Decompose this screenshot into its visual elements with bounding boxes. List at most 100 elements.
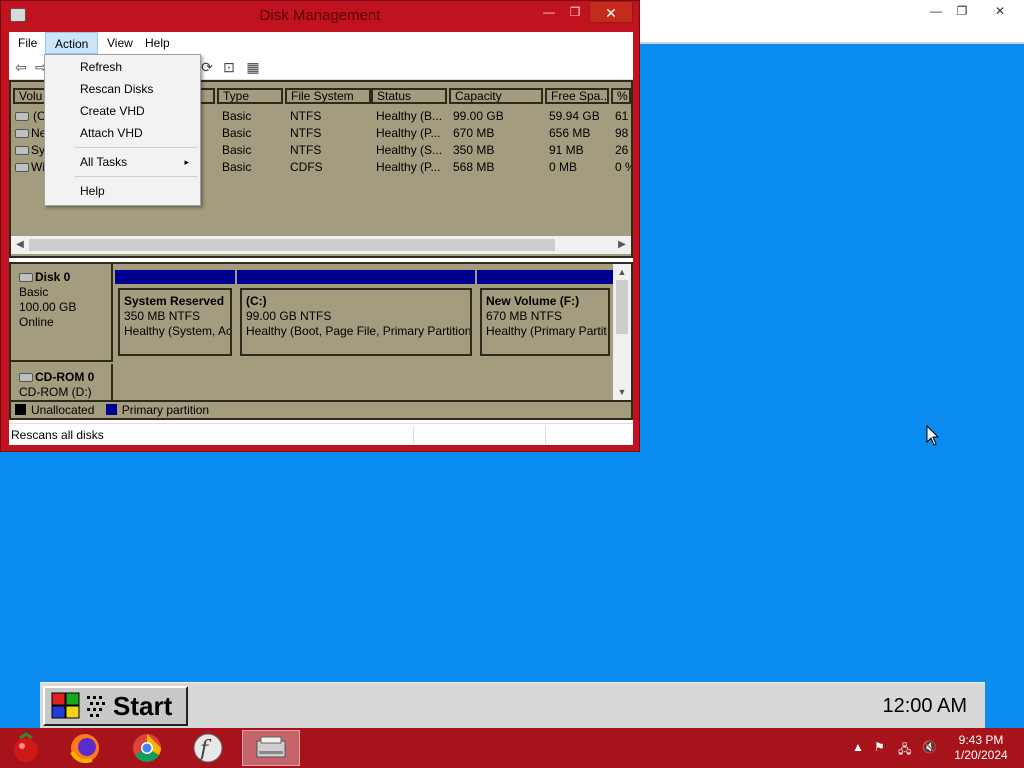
partition-detail: 350 MB NTFS bbox=[124, 309, 201, 323]
tomato-app-icon[interactable] bbox=[0, 730, 58, 766]
minimize-button[interactable]: — bbox=[535, 1, 563, 23]
menu-item-all-tasks[interactable]: All Tasks ▸ bbox=[46, 151, 199, 173]
menu-bar: File Action View Help bbox=[9, 32, 633, 54]
zoom-icon[interactable]: ⊡ bbox=[221, 59, 237, 75]
start-button[interactable]: Start bbox=[43, 686, 188, 726]
flash-icon[interactable]: f bbox=[180, 730, 238, 766]
mouse-cursor-icon bbox=[926, 425, 940, 446]
menu-item-rescan-disks[interactable]: Rescan Disks bbox=[46, 78, 199, 100]
column-header-percent-free[interactable]: % F bbox=[611, 88, 631, 104]
menu-file[interactable]: File bbox=[9, 32, 46, 54]
close-button[interactable]: ✕ bbox=[589, 1, 633, 23]
disk-map: Disk 0 Basic 100.00 GB Online System Res… bbox=[9, 262, 633, 420]
volume-type: Basic bbox=[222, 109, 252, 123]
unallocated-swatch bbox=[15, 404, 26, 415]
column-header-free-space[interactable]: Free Spa... bbox=[545, 88, 609, 104]
bg-restore-button[interactable]: ❐ bbox=[948, 2, 976, 20]
scroll-thumb[interactable] bbox=[616, 280, 628, 334]
firefox-icon[interactable] bbox=[56, 730, 114, 766]
disk-management-icon[interactable] bbox=[242, 730, 300, 766]
horizontal-scrollbar[interactable]: ◀ ▶ bbox=[11, 236, 631, 254]
system-clock[interactable]: 9:43 PM 1/20/2024 bbox=[948, 733, 1014, 763]
volume-fs: CDFS bbox=[290, 160, 323, 174]
start-label: Start bbox=[113, 691, 173, 721]
primary-partition-bar bbox=[115, 270, 235, 284]
volume-pct: 61 bbox=[615, 109, 629, 123]
scroll-down-icon[interactable]: ▼ bbox=[613, 384, 631, 400]
menu-item-label: All Tasks bbox=[80, 155, 128, 169]
volume-free: 91 MB bbox=[549, 143, 584, 157]
partition-new-volume-f[interactable]: New Volume (F:) 670 MB NTFS Healthy (Pri… bbox=[477, 270, 613, 360]
menu-separator bbox=[75, 176, 197, 177]
partition-status: Healthy (Boot, Page File, Primary Partit… bbox=[246, 324, 472, 338]
network-icon[interactable]: 🖧 bbox=[898, 740, 911, 761]
menu-action[interactable]: Action bbox=[45, 32, 99, 54]
volume-type: Basic bbox=[222, 143, 252, 157]
volume-pct: 98 bbox=[615, 126, 629, 140]
bg-minimize-button[interactable]: — bbox=[922, 2, 950, 20]
properties-icon[interactable]: ▦ bbox=[245, 59, 261, 75]
column-header-type[interactable]: Type bbox=[217, 88, 283, 104]
disk-0-label[interactable]: Disk 0 Basic 100.00 GB Online bbox=[11, 264, 113, 362]
volume-free: 656 MB bbox=[549, 126, 591, 140]
vertical-scrollbar[interactable]: ▲ ▼ bbox=[613, 264, 631, 400]
disk-kind: Basic bbox=[19, 285, 49, 299]
background-window-titlebar: — ❐ ✕ bbox=[638, 0, 1024, 44]
menu-item-create-vhd[interactable]: Create VHD bbox=[46, 100, 199, 122]
menu-item-refresh[interactable]: Refresh bbox=[46, 56, 199, 78]
column-header-file-system[interactable]: File System bbox=[285, 88, 371, 104]
refresh-icon[interactable]: ⟳ bbox=[199, 59, 215, 75]
cdrom-0-label[interactable]: CD-ROM 0 CD-ROM (D:) bbox=[11, 364, 113, 400]
partition-c[interactable]: (C:) 99.00 GB NTFS Healthy (Boot, Page F… bbox=[237, 270, 475, 360]
disk-state: Online bbox=[19, 315, 54, 329]
volume-pct: 0 % bbox=[615, 160, 631, 174]
column-header-status[interactable]: Status bbox=[371, 88, 447, 104]
scroll-left-icon[interactable]: ◀ bbox=[11, 236, 29, 254]
drive-icon bbox=[15, 146, 29, 155]
drive-icon bbox=[15, 112, 29, 121]
menu-help[interactable]: Help bbox=[136, 32, 179, 54]
menu-item-attach-vhd[interactable]: Attach VHD bbox=[46, 122, 199, 144]
clock-date: 1/20/2024 bbox=[954, 748, 1008, 762]
partition-name: (C:) bbox=[246, 294, 267, 308]
menu-item-help[interactable]: Help bbox=[46, 180, 199, 202]
show-hidden-icons-icon[interactable]: ▲ bbox=[852, 740, 864, 754]
chrome-icon[interactable] bbox=[118, 730, 176, 766]
start-bar-clock: 12:00 AM bbox=[882, 695, 967, 717]
legend-primary: Primary partition bbox=[121, 403, 210, 417]
status-separator bbox=[413, 426, 414, 444]
legend: Unallocated Primary partition bbox=[11, 400, 631, 418]
status-text: Rescans all disks bbox=[11, 428, 104, 442]
volume-capacity: 350 MB bbox=[453, 143, 495, 157]
scroll-up-icon[interactable]: ▲ bbox=[613, 264, 631, 280]
status-separator bbox=[545, 426, 546, 444]
primary-partition-bar bbox=[237, 270, 475, 284]
volume-status: Healthy (B... bbox=[376, 109, 443, 123]
partition-detail: 99.00 GB NTFS bbox=[246, 309, 332, 323]
volume-status: Healthy (P... bbox=[376, 126, 441, 140]
volume-fs: NTFS bbox=[290, 109, 322, 123]
volume-muted-icon[interactable]: 🔇 bbox=[922, 740, 937, 754]
scroll-thumb[interactable] bbox=[29, 239, 555, 251]
windows-flag-icon bbox=[51, 692, 80, 719]
primary-partition-bar bbox=[477, 270, 613, 284]
volume-free: 0 MB bbox=[549, 160, 578, 174]
menu-separator bbox=[75, 147, 197, 148]
scroll-right-icon[interactable]: ▶ bbox=[613, 236, 631, 254]
volume-fs: NTFS bbox=[290, 126, 322, 140]
volume-type: Basic bbox=[222, 126, 252, 140]
bg-close-button[interactable]: ✕ bbox=[986, 2, 1014, 20]
back-arrow-icon[interactable]: ⇦ bbox=[13, 59, 29, 75]
cd-drive-icon bbox=[19, 373, 33, 382]
column-header-capacity[interactable]: Capacity bbox=[449, 88, 543, 104]
volume-status: Healthy (P... bbox=[376, 160, 441, 174]
maximize-button[interactable]: ❐ bbox=[561, 1, 589, 23]
partition-system-reserved[interactable]: System Reserved 350 MB NTFS Healthy (Sys… bbox=[115, 270, 235, 360]
volume-pct: 26 bbox=[615, 143, 629, 157]
status-bar: Rescans all disks bbox=[9, 423, 633, 445]
action-center-flag-icon[interactable]: ⚑ bbox=[874, 740, 885, 754]
submenu-arrow-icon: ▸ bbox=[184, 157, 189, 167]
partition-status: Healthy (System, Ac bbox=[124, 324, 232, 338]
title-bar[interactable]: Disk Management — ❐ ✕ bbox=[1, 1, 639, 31]
taskbar: f ▲ ⚑ 🖧 🔇 9:43 PM 1/20/2024 bbox=[0, 728, 1024, 768]
